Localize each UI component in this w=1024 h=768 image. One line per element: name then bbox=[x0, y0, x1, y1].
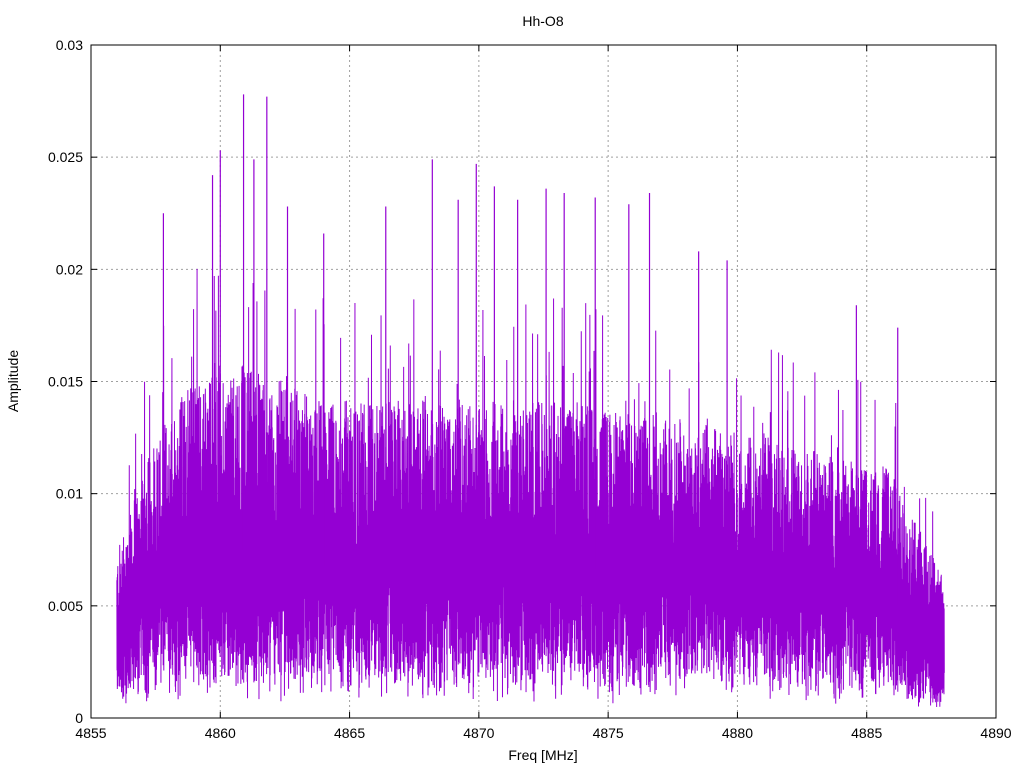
y-tick-label: 0.025 bbox=[48, 149, 83, 165]
y-tick-label: 0.02 bbox=[56, 261, 83, 277]
x-tick-label: 4890 bbox=[980, 725, 1011, 741]
x-tick-label: 4860 bbox=[205, 725, 236, 741]
y-tick-label: 0.01 bbox=[56, 486, 83, 502]
x-tick-label: 4875 bbox=[593, 725, 624, 741]
x-tick-label: 4880 bbox=[722, 725, 753, 741]
chart-title: Hh-O8 bbox=[522, 13, 563, 29]
x-tick-label: 4885 bbox=[851, 725, 882, 741]
y-tick-label: 0 bbox=[75, 710, 83, 726]
y-tick-labels: 0 0.005 0.01 0.015 0.02 0.025 0.03 bbox=[48, 37, 83, 726]
x-tick-labels: 4855 4860 4865 4870 4875 4880 4885 4890 bbox=[75, 725, 1011, 741]
y-tick-label: 0.015 bbox=[48, 374, 83, 390]
y-tick-label: 0.005 bbox=[48, 598, 83, 614]
x-tick-label: 4855 bbox=[75, 725, 106, 741]
y-axis-label: Amplitude bbox=[5, 350, 21, 412]
spectrum-chart: Hh-O8 4855 4860 4865 4870 4875 4880 4885 4890 0… bbox=[5, 13, 1012, 763]
series-amplitude bbox=[116, 94, 945, 708]
x-tick-label: 4865 bbox=[334, 725, 365, 741]
x-tick-label: 4870 bbox=[463, 725, 494, 741]
x-axis-label: Freq [MHz] bbox=[508, 747, 577, 763]
y-tick-label: 0.03 bbox=[56, 37, 83, 53]
amplitude-trace bbox=[116, 268, 945, 708]
